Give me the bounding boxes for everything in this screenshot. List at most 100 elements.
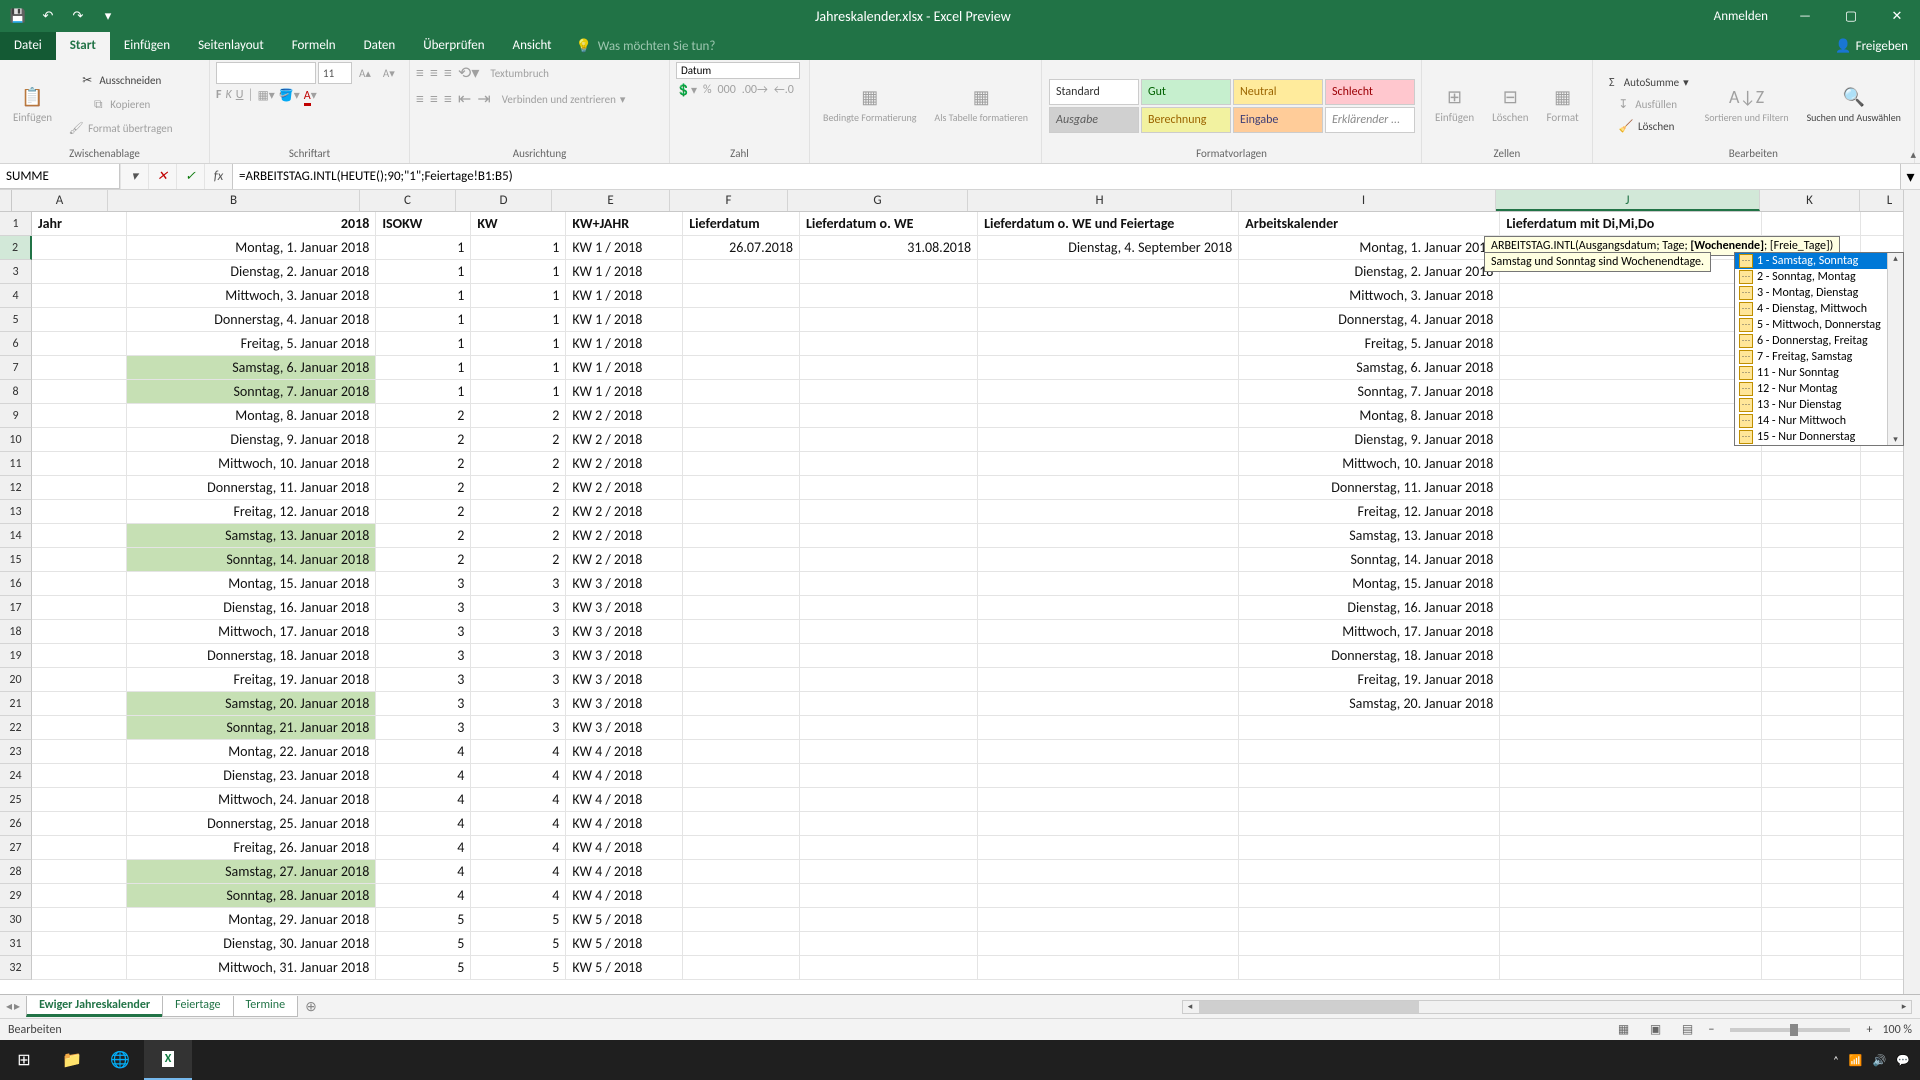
cell-E13[interactable]: KW 2 / 2018 (566, 500, 683, 524)
cell-G28[interactable] (800, 860, 978, 884)
cell-C11[interactable]: 2 (376, 452, 471, 476)
cell-D24[interactable]: 4 (471, 764, 566, 788)
save-icon[interactable]: 💾 (4, 2, 32, 30)
tray-notifications-icon[interactable]: 💬 (1896, 1054, 1910, 1067)
cut-button[interactable]: ✂Ausschneiden (63, 70, 177, 92)
cell-H9[interactable] (978, 404, 1239, 428)
cell-G5[interactable] (800, 308, 978, 332)
cell-E15[interactable]: KW 2 / 2018 (566, 548, 683, 572)
cell-B28[interactable]: Samstag, 27. Januar 2018 (127, 860, 376, 884)
cell-J23[interactable] (1500, 740, 1761, 764)
cell-H17[interactable] (978, 596, 1239, 620)
cell-C15[interactable]: 2 (376, 548, 471, 572)
tab-formeln[interactable]: Formeln (278, 32, 350, 60)
sheet-tab-feiertage[interactable]: Feiertage (162, 996, 233, 1017)
cell-K29[interactable] (1762, 884, 1861, 908)
cell-H18[interactable] (978, 620, 1239, 644)
inc-decimal-button[interactable]: .00→ (742, 83, 768, 98)
cell-I12[interactable]: Donnerstag, 11. Januar 2018 (1239, 476, 1500, 500)
cell-B10[interactable]: Dienstag, 9. Januar 2018 (127, 428, 376, 452)
select-all-triangle[interactable] (0, 190, 12, 211)
cell-H6[interactable] (978, 332, 1239, 356)
row-header-4[interactable]: 4 (0, 284, 32, 308)
cell-G4[interactable] (800, 284, 978, 308)
cell-H20[interactable] (978, 668, 1239, 692)
cell-H2[interactable]: Dienstag, 4. September 2018 (978, 236, 1239, 260)
cell-E7[interactable]: KW 1 / 2018 (566, 356, 683, 380)
cell-C16[interactable]: 3 (376, 572, 471, 596)
cell-I32[interactable] (1239, 956, 1500, 980)
cell-G11[interactable] (800, 452, 978, 476)
vertical-scrollbar[interactable] (1903, 190, 1920, 994)
col-header-B[interactable]: B (108, 190, 360, 211)
style-eingabe[interactable]: Eingabe (1233, 107, 1323, 133)
cell-C24[interactable]: 4 (376, 764, 471, 788)
weekend-option-4[interactable]: ⋯4 - Dienstag, Mittwoch (1735, 301, 1887, 317)
cell-I10[interactable]: Dienstag, 9. Januar 2018 (1239, 428, 1500, 452)
row-header-18[interactable]: 18 (0, 620, 32, 644)
taskbar-excel[interactable]: X (144, 1040, 192, 1080)
copy-button[interactable]: ⧉Kopieren (63, 94, 177, 116)
cell-G29[interactable] (800, 884, 978, 908)
wrap-text-button[interactable]: Textumbruch (485, 62, 554, 84)
cell-I27[interactable] (1239, 836, 1500, 860)
row-header-32[interactable]: 32 (0, 956, 32, 980)
cell-I2[interactable]: Montag, 1. Januar 2018 (1239, 236, 1500, 260)
cell-B25[interactable]: Mittwoch, 24. Januar 2018 (127, 788, 376, 812)
underline-button[interactable]: U (236, 88, 244, 103)
collapse-ribbon-icon[interactable]: ▴ (1910, 148, 1916, 161)
cell-J7[interactable] (1500, 356, 1761, 380)
cell-H23[interactable] (978, 740, 1239, 764)
cell-B26[interactable]: Donnerstag, 25. Januar 2018 (127, 812, 376, 836)
cell-E30[interactable]: KW 5 / 2018 (566, 908, 683, 932)
cell-K11[interactable] (1762, 452, 1861, 476)
col-header-H[interactable]: H (968, 190, 1232, 211)
cell-E11[interactable]: KW 2 / 2018 (566, 452, 683, 476)
zoom-out-button[interactable]: − (1708, 1023, 1714, 1037)
cell-F17[interactable] (683, 596, 800, 620)
col-header-J[interactable]: J (1496, 190, 1760, 211)
cell-D12[interactable]: 2 (471, 476, 566, 500)
cell-G31[interactable] (800, 932, 978, 956)
cell-J11[interactable] (1500, 452, 1761, 476)
cell-A30[interactable] (32, 908, 127, 932)
cell-B21[interactable]: Samstag, 20. Januar 2018 (127, 692, 376, 716)
cell-F31[interactable] (683, 932, 800, 956)
cell-H19[interactable] (978, 644, 1239, 668)
cell-J15[interactable] (1500, 548, 1761, 572)
minimize-icon[interactable]: — (1782, 0, 1828, 32)
cell-D29[interactable]: 4 (471, 884, 566, 908)
cell-J30[interactable] (1500, 908, 1761, 932)
font-color-button[interactable]: A▾ (304, 88, 317, 103)
cell-H30[interactable] (978, 908, 1239, 932)
share-button[interactable]: 👤 Freigeben (1823, 32, 1920, 60)
cell-G15[interactable] (800, 548, 978, 572)
cell-J5[interactable] (1500, 308, 1761, 332)
sheet-tab-ewiger-jahreskalender[interactable]: Ewiger Jahreskalender (26, 996, 163, 1017)
cell-H10[interactable] (978, 428, 1239, 452)
cell-E19[interactable]: KW 3 / 2018 (566, 644, 683, 668)
cell-A15[interactable] (32, 548, 127, 572)
row-header-22[interactable]: 22 (0, 716, 32, 740)
cell-A24[interactable] (32, 764, 127, 788)
zoom-slider[interactable] (1730, 1028, 1850, 1032)
cell-F28[interactable] (683, 860, 800, 884)
cell-G9[interactable] (800, 404, 978, 428)
col-header-F[interactable]: F (670, 190, 788, 211)
cell-D17[interactable]: 3 (471, 596, 566, 620)
cell-F6[interactable] (683, 332, 800, 356)
cell-I5[interactable]: Donnerstag, 4. Januar 2018 (1239, 308, 1500, 332)
cell-E1[interactable]: KW+JAHR (566, 212, 683, 236)
dropdown-scrollbar[interactable]: ▴▾ (1887, 253, 1903, 445)
cell-B30[interactable]: Montag, 29. Januar 2018 (127, 908, 376, 932)
worksheet-grid[interactable]: ABCDEFGHIJKL 1Jahr2018ISOKWKWKW+JAHRLief… (0, 190, 1920, 994)
expand-formula-bar-icon[interactable]: ▾ (1900, 164, 1920, 189)
cell-B12[interactable]: Donnerstag, 11. Januar 2018 (127, 476, 376, 500)
row-header-9[interactable]: 9 (0, 404, 32, 428)
cell-E28[interactable]: KW 4 / 2018 (566, 860, 683, 884)
cell-C30[interactable]: 5 (376, 908, 471, 932)
cell-F9[interactable] (683, 404, 800, 428)
percent-button[interactable]: % (703, 83, 712, 98)
cell-I17[interactable]: Dienstag, 16. Januar 2018 (1239, 596, 1500, 620)
cell-D3[interactable]: 1 (471, 260, 566, 284)
